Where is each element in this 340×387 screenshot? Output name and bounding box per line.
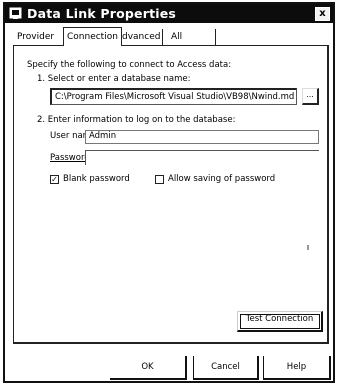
allow-saving-password-label[interactable]: Allow saving of password <box>168 174 275 184</box>
close-icon: x <box>319 8 326 19</box>
help-button[interactable]: Help <box>263 356 331 380</box>
tab-connection[interactable]: Connection <box>63 27 122 46</box>
data-link-properties-dialog: Data Link Properties x Provider Connecti… <box>3 2 335 383</box>
close-button[interactable]: x <box>315 7 330 21</box>
data-link-icon <box>9 7 22 19</box>
allow-saving-password-checkbox[interactable] <box>155 175 164 184</box>
password-input[interactable] <box>85 150 319 165</box>
checkmark-icon: ✓ <box>51 175 58 184</box>
cancel-button[interactable]: Cancel <box>193 356 259 380</box>
step2-label: 2. Enter information to log on to the da… <box>37 115 236 125</box>
test-connection-button[interactable]: Test Connection <box>237 311 323 332</box>
tab-advanced[interactable]: Advanced <box>116 29 164 45</box>
blank-password-checkbox[interactable]: ✓ <box>50 175 59 184</box>
step1-label: 1. Select or enter a database name: <box>37 74 191 84</box>
scan-speck <box>307 245 309 250</box>
tab-all[interactable]: All <box>171 29 216 45</box>
database-name-input[interactable]: C:\Program Files\Microsoft Visual Studio… <box>50 88 297 105</box>
intro-text: Specify the following to connect to Acce… <box>27 60 232 70</box>
ok-button[interactable]: OK <box>110 356 187 380</box>
blank-password-label[interactable]: Blank password <box>63 174 130 184</box>
browse-button[interactable]: ... <box>302 88 319 105</box>
user-name-input[interactable]: Admin <box>85 130 319 144</box>
window-title: Data Link Properties <box>27 6 177 21</box>
tab-provider[interactable]: Provider <box>17 29 54 45</box>
title-bar[interactable]: Data Link Properties x <box>5 4 333 23</box>
